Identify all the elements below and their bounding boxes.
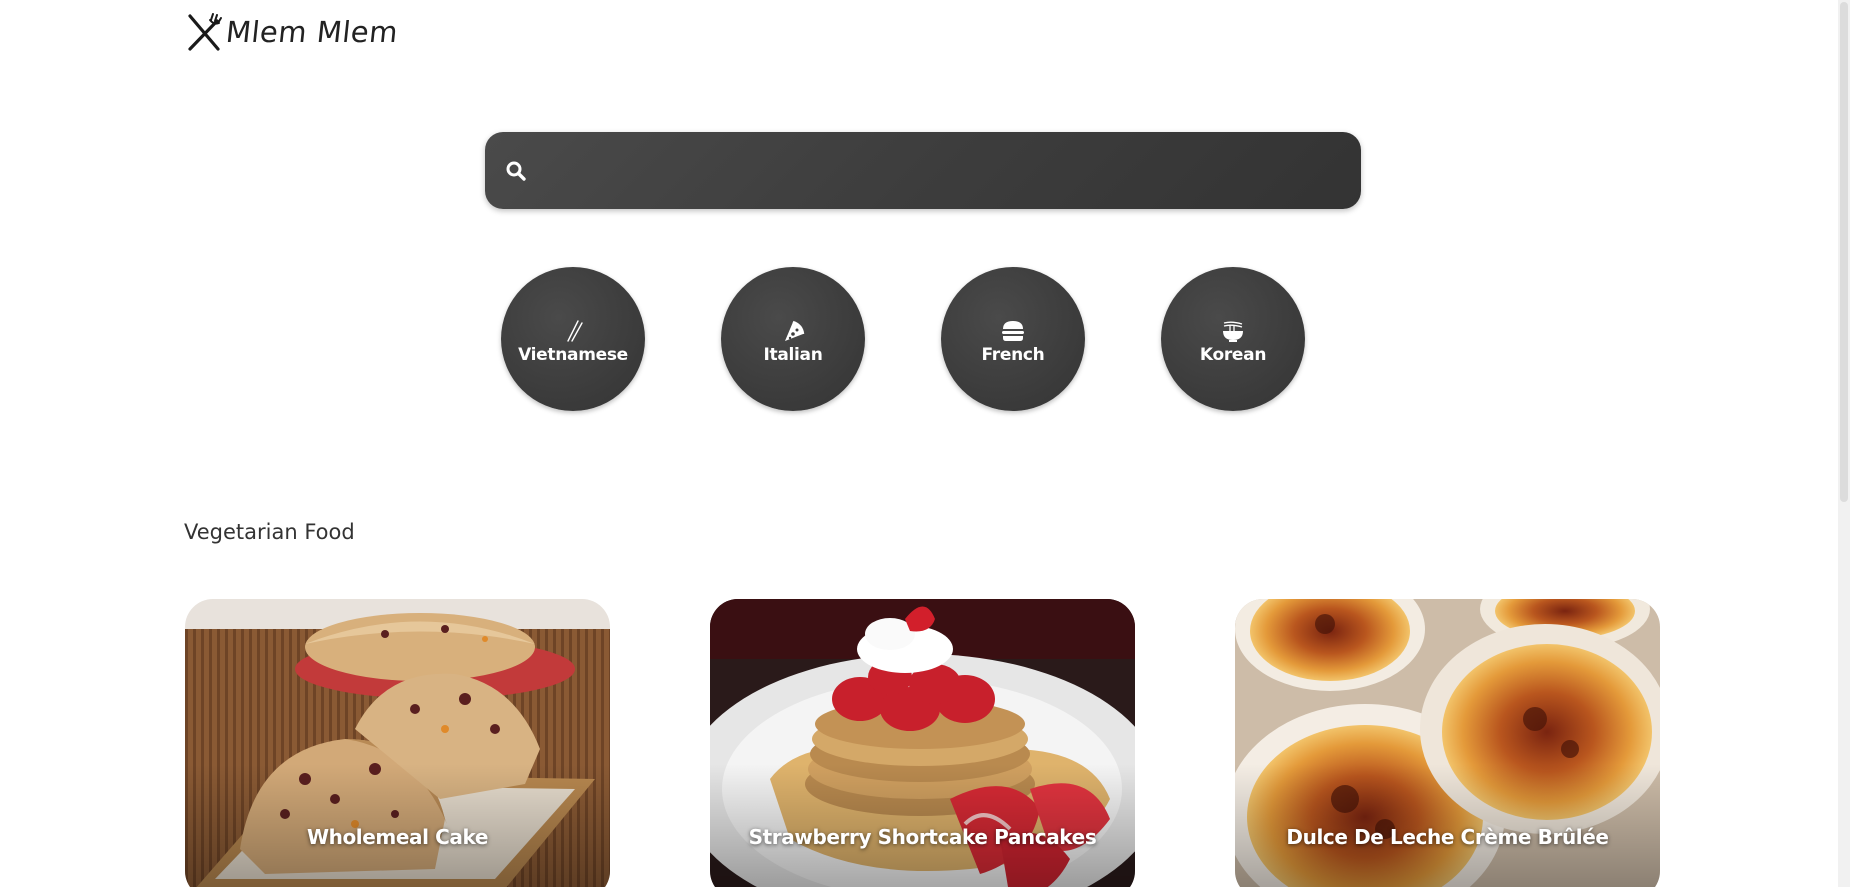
- logo-text: Mlem Mlem: [224, 15, 400, 49]
- recipe-card[interactable]: Wholemeal Cake: [185, 599, 610, 887]
- scrollbar-thumb[interactable]: [1840, 2, 1848, 502]
- chopsticks-icon: [567, 320, 583, 342]
- recipe-card[interactable]: Strawberry Shortcake Pancakes: [710, 599, 1135, 887]
- page-scrollbar[interactable]: [1838, 0, 1850, 887]
- cuisine-italian-button[interactable]: Italian: [721, 267, 865, 411]
- search-input[interactable]: [542, 131, 1341, 210]
- logo-link[interactable]: Mlem Mlem: [184, 12, 400, 52]
- recipe-title: Wholemeal Cake: [306, 825, 489, 849]
- noodle-bowl-icon: [1223, 321, 1243, 342]
- search-bar: [485, 131, 1361, 210]
- recipe-title: Dulce De Leche Crème Brûlée: [1286, 825, 1609, 849]
- recipe-card[interactable]: Dulce De Leche Crème Brûlée: [1235, 599, 1660, 887]
- pizza-icon: [785, 320, 805, 341]
- burger-icon: [1002, 321, 1024, 341]
- cuisine-label: French: [981, 345, 1045, 365]
- cuisine-french-button[interactable]: French: [941, 267, 1085, 411]
- fork-knife-icon: [188, 13, 222, 51]
- section-title: Vegetarian Food: [184, 520, 355, 544]
- cuisine-label: Vietnamese: [518, 345, 628, 365]
- cuisine-korean-button[interactable]: Korean: [1161, 267, 1305, 411]
- page: Mlem Mlem Vietnamese Italian French Kore…: [0, 0, 1850, 887]
- recipe-title: Strawberry Shortcake Pancakes: [748, 825, 1097, 849]
- cuisine-vietnamese-button[interactable]: Vietnamese: [501, 267, 645, 411]
- search-icon[interactable]: [504, 159, 528, 183]
- cuisine-label: Italian: [763, 345, 823, 365]
- cuisine-label: Korean: [1199, 345, 1267, 365]
